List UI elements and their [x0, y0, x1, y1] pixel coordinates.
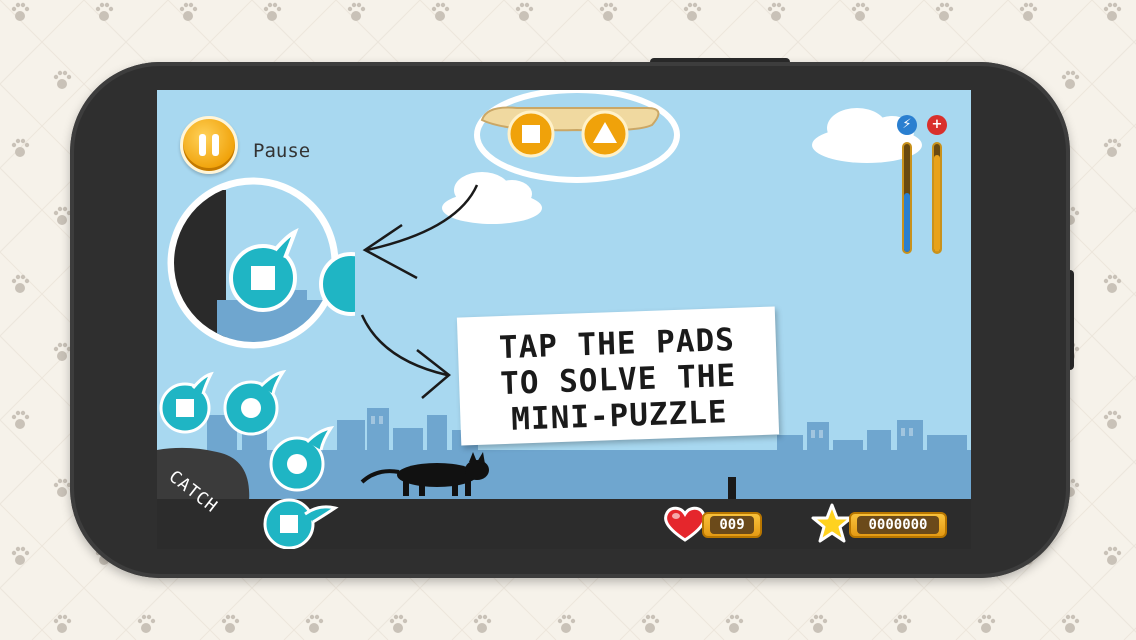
- triangle-icon: [581, 110, 629, 158]
- paw-icon: [53, 70, 72, 89]
- paw-icon: [977, 614, 996, 633]
- paw-icon: [557, 614, 576, 633]
- paw-icon: [221, 614, 240, 633]
- paw-icon: [305, 614, 324, 633]
- paw-icon: [1061, 614, 1080, 633]
- paw-icon: [11, 410, 30, 429]
- paw-icon: [515, 2, 534, 21]
- paw-icon: [1019, 2, 1038, 21]
- paw-icon: [53, 206, 72, 225]
- game-screen: CATCH Pause ⚡ + TAP THE PADS TO SOLVE TH…: [157, 90, 971, 549]
- paw-icon: [1061, 70, 1080, 89]
- pad-button-square[interactable]: [157, 370, 223, 436]
- ground-post: [728, 477, 736, 501]
- paw-icon: [1103, 546, 1122, 565]
- lattice-line: [1091, 0, 1136, 45]
- magnified-circle-pad-partial: [319, 252, 355, 316]
- paw-icon: [1103, 2, 1122, 21]
- energy-meter: [902, 142, 912, 254]
- paw-icon: [53, 614, 72, 633]
- pause-label: Pause: [253, 140, 311, 162]
- lattice-line: [1123, 627, 1136, 640]
- pad-button-square[interactable]: [259, 490, 339, 549]
- square-icon: [507, 110, 555, 158]
- paw-icon: [1103, 410, 1122, 429]
- paw-icon: [11, 2, 30, 21]
- paw-icon: [683, 2, 702, 21]
- paw-icon: [95, 2, 114, 21]
- health-meter: [932, 142, 942, 254]
- tutorial-note: TAP THE PADS TO SOLVE THE MINI-PUZZLE: [456, 306, 780, 446]
- paw-icon: [641, 614, 660, 633]
- heart-icon: [664, 506, 706, 542]
- pad-button-circle[interactable]: [265, 422, 337, 494]
- plus-icon: +: [927, 115, 947, 135]
- cloud: [442, 172, 542, 224]
- paw-icon: [179, 2, 198, 21]
- pause-icon: [212, 134, 219, 156]
- paw-icon: [767, 2, 786, 21]
- lives-value: 009: [710, 516, 754, 534]
- lives-counter: 009: [702, 512, 762, 538]
- paw-icon: [599, 2, 618, 21]
- magnified-square-pad: [229, 228, 299, 312]
- arrow-to-note: [360, 314, 451, 399]
- paw-icon: [11, 546, 30, 565]
- score-counter: 0000000: [849, 512, 947, 538]
- pause-icon: [199, 134, 206, 156]
- paw-icon: [725, 614, 744, 633]
- pause-button[interactable]: [180, 116, 238, 174]
- lightning-icon: ⚡: [897, 115, 917, 135]
- paw-icon: [11, 274, 30, 293]
- paw-icon: [893, 614, 912, 633]
- paw-icon: [431, 2, 450, 21]
- paw-icon: [263, 2, 282, 21]
- star-icon: [811, 503, 853, 543]
- paw-icon: [473, 614, 492, 633]
- paw-icon: [809, 614, 828, 633]
- paw-icon: [851, 2, 870, 21]
- score-value: 0000000: [857, 516, 939, 534]
- paw-icon: [1103, 274, 1122, 293]
- paw-icon: [935, 2, 954, 21]
- paw-icon: [389, 614, 408, 633]
- paw-icon: [347, 2, 366, 21]
- paw-icon: [137, 614, 156, 633]
